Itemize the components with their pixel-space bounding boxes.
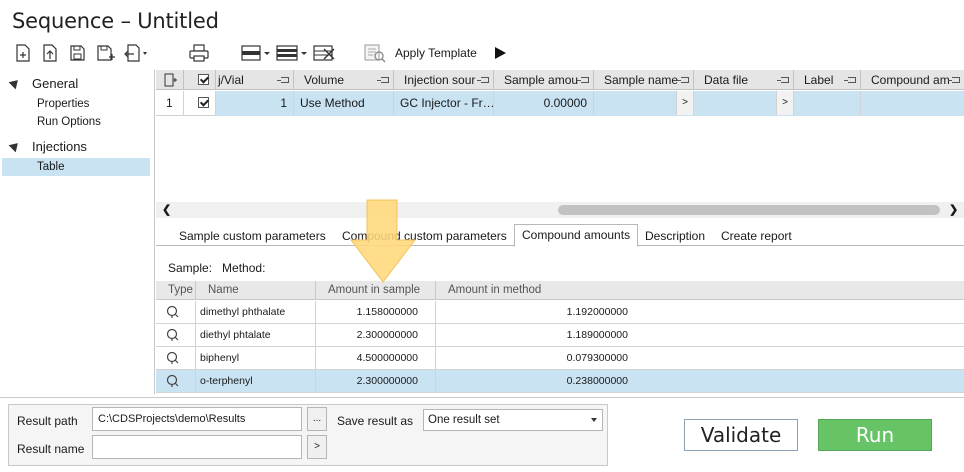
column-amount-in-method[interactable]: Amount in method xyxy=(436,281,964,300)
result-name-label: Result name xyxy=(17,442,85,456)
amount-in-sample[interactable]: 2.300000000 xyxy=(316,370,436,393)
sample-label: Sample: xyxy=(168,261,213,275)
expand-triangle-icon[interactable] xyxy=(8,139,22,153)
column-sample-amount[interactable]: Sample amou xyxy=(494,70,594,90)
column-name[interactable]: Name xyxy=(196,281,316,300)
save-icon[interactable] xyxy=(66,42,88,64)
method-label: Method: xyxy=(222,261,266,275)
toolbar: Apply Template xyxy=(0,40,964,68)
cell-vial[interactable]: 1 xyxy=(216,91,294,116)
scroll-left-icon[interactable]: ❮ xyxy=(162,203,171,216)
amount-in-sample[interactable]: 4.500000000 xyxy=(316,347,436,370)
nav-group-label: Injections xyxy=(32,138,87,154)
column-chooser-icon[interactable] xyxy=(156,70,184,90)
column-sample-name[interactable]: Sample name xyxy=(594,70,694,90)
result-name-input[interactable] xyxy=(92,435,302,459)
cell-label[interactable] xyxy=(794,91,861,116)
save-result-as-select[interactable]: One result set xyxy=(423,409,603,431)
sample-name-browse-button[interactable]: > xyxy=(676,91,693,115)
grid-header: j/Vial Volume Injection sour Sample amou… xyxy=(156,70,964,90)
save-result-as-label: Save result as xyxy=(337,414,414,428)
compound-name: dimethyl phthalate xyxy=(196,301,316,324)
table-row[interactable]: dimethyl phthalate 1.158000000 1.1920000… xyxy=(156,301,964,324)
insert-rows-icon[interactable] xyxy=(275,42,309,64)
compound-name: o-terphenyl xyxy=(196,370,316,393)
amount-in-method: 1.192000000 xyxy=(566,306,628,318)
column-volume[interactable]: Volume xyxy=(294,70,394,90)
table-row[interactable]: o-terphenyl 2.300000000 0.238000000 xyxy=(156,370,964,393)
row-index: 1 xyxy=(156,91,184,116)
result-path-browse-button[interactable]: ... xyxy=(307,407,327,431)
sidebar-item-properties[interactable]: Properties xyxy=(2,95,150,113)
nav-group-label: General xyxy=(32,75,79,91)
scroll-right-icon[interactable]: ❯ xyxy=(949,203,958,216)
data-file-browse-button[interactable]: > xyxy=(776,91,793,115)
compound-type-icon xyxy=(156,347,196,370)
cell-compound-amount[interactable] xyxy=(861,91,964,116)
save-as-icon[interactable] xyxy=(94,42,118,64)
compound-type-icon xyxy=(156,301,196,324)
cell-injection-source[interactable]: GC Injector - Fr… xyxy=(394,91,494,116)
tab-compound-amounts[interactable]: Compound amounts xyxy=(514,224,639,247)
tab-compound-custom-parameters[interactable]: Compound custom parameters xyxy=(342,226,507,246)
tab-sample-custom-parameters[interactable]: Sample custom parameters xyxy=(179,226,326,246)
amount-in-sample[interactable]: 1.158000000 xyxy=(316,301,436,324)
horizontal-scrollbar[interactable]: ❮ ❯ xyxy=(156,202,964,218)
cell-volume[interactable]: Use Method xyxy=(294,91,394,116)
column-compound-amount[interactable]: Compound am xyxy=(861,70,964,90)
column-amount-in-sample[interactable]: Amount in sample xyxy=(316,281,436,300)
apply-template-icon[interactable] xyxy=(362,42,388,64)
tab-description[interactable]: Description xyxy=(645,226,705,246)
nav-group-injections[interactable]: Injections xyxy=(0,136,155,156)
compound-name: diethyl phtalate xyxy=(196,324,316,347)
window-title: Sequence – Untitled xyxy=(12,9,219,33)
nav-group-general[interactable]: General xyxy=(0,73,155,93)
delete-rows-icon[interactable] xyxy=(312,42,338,64)
column-vial[interactable]: j/Vial xyxy=(216,70,294,90)
column-data-file[interactable]: Data file xyxy=(694,70,794,90)
result-path-input[interactable]: C:\CDSProjects\demo\Results xyxy=(92,407,302,431)
column-label[interactable]: Label xyxy=(794,70,861,90)
import-icon[interactable] xyxy=(39,42,61,64)
amount-in-method: 1.189000000 xyxy=(566,329,628,341)
tab-create-report[interactable]: Create report xyxy=(721,226,792,246)
detail-tabs: Sample custom parameters Compound custom… xyxy=(156,224,964,247)
sidebar-item-table[interactable]: Table xyxy=(2,158,150,176)
table-row[interactable]: biphenyl 4.500000000 0.079300000 xyxy=(156,347,964,370)
column-injection-source[interactable]: Injection sour xyxy=(394,70,494,90)
amount-in-sample[interactable]: 2.300000000 xyxy=(316,324,436,347)
cell-data-file[interactable]: > xyxy=(694,91,794,116)
compound-amounts-table: Type Name Amount in sample Amount in met… xyxy=(156,281,964,395)
sidebar: General Properties Run Options Injection… xyxy=(0,70,155,394)
sidebar-item-run-options[interactable]: Run Options xyxy=(2,113,150,131)
compound-name: biphenyl xyxy=(196,347,316,370)
print-icon[interactable] xyxy=(187,42,211,64)
result-name-browse-button[interactable]: > xyxy=(307,435,327,459)
cell-sample-amount[interactable]: 0.00000 xyxy=(494,91,594,116)
amount-in-method: 0.238000000 xyxy=(566,375,628,387)
cell-sample-name[interactable]: > xyxy=(594,91,694,116)
compound-type-icon xyxy=(156,324,196,347)
injection-grid: j/Vial Volume Injection sour Sample amou… xyxy=(156,70,964,220)
export-icon[interactable] xyxy=(123,42,149,64)
select-all-checkbox[interactable] xyxy=(184,70,216,90)
row-checkbox[interactable] xyxy=(184,91,216,116)
run-button[interactable]: Run xyxy=(818,419,932,451)
scrollbar-thumb[interactable] xyxy=(558,205,940,215)
amount-in-method: 0.079300000 xyxy=(566,352,628,364)
insert-row-icon[interactable] xyxy=(240,42,272,64)
run-icon[interactable] xyxy=(491,42,509,64)
chevron-down-icon xyxy=(591,418,597,422)
expand-triangle-icon[interactable] xyxy=(8,76,22,90)
validate-button[interactable]: Validate xyxy=(684,419,798,451)
apply-template-label[interactable]: Apply Template xyxy=(395,46,477,60)
table-row[interactable]: 1 1 Use Method GC Injector - Fr… 0.00000… xyxy=(156,91,964,116)
sample-method-line: Sample: Method: xyxy=(168,261,265,275)
result-path-label: Result path xyxy=(17,414,78,428)
column-type[interactable]: Type xyxy=(156,281,196,300)
result-panel: Result path C:\CDSProjects\demo\Results … xyxy=(8,404,608,466)
table-row[interactable]: diethyl phtalate 2.300000000 1.189000000 xyxy=(156,324,964,347)
compound-type-icon xyxy=(156,370,196,393)
new-sequence-icon[interactable] xyxy=(12,42,34,64)
